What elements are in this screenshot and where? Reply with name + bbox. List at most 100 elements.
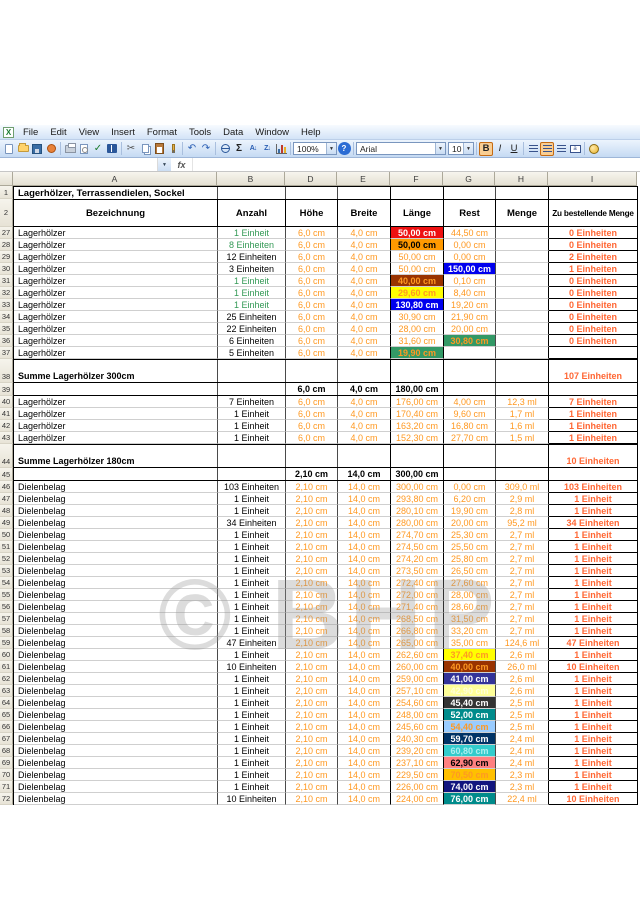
cell-A28[interactable]: Lagerhölzer — [14, 239, 218, 251]
fx-icon[interactable]: fx — [171, 158, 193, 171]
row-header-31[interactable]: 31 — [0, 275, 13, 287]
cell-G44[interactable] — [444, 445, 496, 467]
cell-F46[interactable]: 300,00 cm — [391, 481, 444, 493]
cell-E48[interactable]: 14,0 cm — [338, 505, 391, 517]
currency-icon[interactable] — [587, 142, 601, 156]
cell-B56[interactable]: 1 Einheit — [218, 601, 286, 613]
cell-G48[interactable]: 19,90 cm — [444, 505, 496, 517]
cell-I34[interactable]: 0 Einheiten — [549, 311, 638, 323]
cell-B35[interactable]: 22 Einheiten — [218, 323, 286, 335]
cell-B43[interactable]: 1 Einheit — [218, 432, 286, 444]
cell-B55[interactable]: 1 Einheit — [218, 589, 286, 601]
cell-E45[interactable]: 14,0 cm — [338, 468, 391, 480]
cell-B38[interactable] — [218, 360, 286, 382]
cell-I59[interactable]: 47 Einheiten — [549, 637, 638, 649]
cell-F57[interactable]: 268,50 cm — [391, 613, 444, 625]
cell-A72[interactable]: Dielenbelag — [14, 793, 218, 805]
cell-E30[interactable]: 4,0 cm — [338, 263, 391, 275]
cell-B60[interactable]: 1 Einheit — [218, 649, 286, 661]
cell-G52[interactable]: 25,80 cm — [444, 553, 496, 565]
cell-F48[interactable]: 280,10 cm — [391, 505, 444, 517]
sort-asc-icon[interactable]: A↓ — [246, 142, 260, 156]
menu-edit[interactable]: Edit — [44, 127, 72, 138]
cell-F67[interactable]: 240,30 cm — [391, 733, 444, 745]
cell-E56[interactable]: 14,0 cm — [338, 601, 391, 613]
cell-F70[interactable]: 229,50 cm — [391, 769, 444, 781]
undo-icon[interactable]: ↶ — [185, 142, 199, 156]
cell-H41[interactable]: 1,7 ml — [496, 408, 549, 420]
cell-F62[interactable]: 259,00 cm — [391, 673, 444, 685]
cell-D45[interactable]: 2,10 cm — [286, 468, 338, 480]
row-header-50[interactable]: 50 — [0, 529, 13, 541]
cell-D51[interactable]: 2,10 cm — [286, 541, 338, 553]
cell-D63[interactable]: 2,10 cm — [286, 685, 338, 697]
cell-F50[interactable]: 274,70 cm — [391, 529, 444, 541]
cell-B47[interactable]: 1 Einheit — [218, 493, 286, 505]
cell-G28[interactable]: 0,00 cm — [444, 239, 496, 251]
cell-D53[interactable]: 2,10 cm — [286, 565, 338, 577]
cell-G51[interactable]: 25,50 cm — [444, 541, 496, 553]
cell-G65[interactable]: 52,00 cm — [444, 709, 496, 721]
cell-E55[interactable]: 14,0 cm — [338, 589, 391, 601]
font-name-combo[interactable]: Arial ▼ — [356, 142, 446, 155]
cell-A32[interactable]: Lagerhölzer — [14, 287, 218, 299]
cell-B67[interactable]: 1 Einheit — [218, 733, 286, 745]
cell-D44[interactable] — [286, 445, 338, 467]
cell-D49[interactable]: 2,10 cm — [286, 517, 338, 529]
row-header-70[interactable]: 70 — [0, 769, 13, 781]
paste-icon[interactable] — [152, 142, 166, 156]
cell-I43[interactable]: 1 Einheiten — [549, 432, 638, 444]
cell-I63[interactable]: 1 Einheit — [549, 685, 638, 697]
cell-D56[interactable]: 2,10 cm — [286, 601, 338, 613]
cell-G39[interactable] — [444, 383, 496, 395]
cell-I71[interactable]: 1 Einheit — [549, 781, 638, 793]
cell-B40[interactable]: 7 Einheiten — [218, 396, 286, 408]
cell-H50[interactable]: 2,7 ml — [496, 529, 549, 541]
print-icon[interactable] — [63, 142, 77, 156]
row-header-56[interactable]: 56 — [0, 601, 13, 613]
cell-I36[interactable]: 0 Einheiten — [549, 335, 638, 347]
cell-D36[interactable]: 6,0 cm — [286, 335, 338, 347]
select-all-corner[interactable] — [0, 172, 13, 186]
cell-I27[interactable]: 0 Einheiten — [549, 227, 638, 239]
cell-I33[interactable]: 0 Einheiten — [549, 299, 638, 311]
cell-E52[interactable]: 14,0 cm — [338, 553, 391, 565]
cell-B39[interactable] — [218, 383, 286, 395]
cell-I39[interactable] — [549, 383, 638, 395]
cell-I56[interactable]: 1 Einheit — [549, 601, 638, 613]
menu-view[interactable]: View — [73, 127, 105, 138]
cell-B53[interactable]: 1 Einheit — [218, 565, 286, 577]
cell-D59[interactable]: 2,10 cm — [286, 637, 338, 649]
cell-E71[interactable]: 14,0 cm — [338, 781, 391, 793]
cell-H49[interactable]: 95,2 ml — [496, 517, 549, 529]
cell-D65[interactable]: 2,10 cm — [286, 709, 338, 721]
row-header-49[interactable]: 49 — [0, 517, 13, 529]
cell-E54[interactable]: 14,0 cm — [338, 577, 391, 589]
row-header-29[interactable]: 29 — [0, 251, 13, 263]
cell-E69[interactable]: 14,0 cm — [338, 757, 391, 769]
row-header-59[interactable]: 59 — [0, 637, 13, 649]
cell-D41[interactable]: 6,0 cm — [286, 408, 338, 420]
cell-D68[interactable]: 2,10 cm — [286, 745, 338, 757]
header-cell-A2[interactable]: Bezeichnung — [14, 199, 218, 227]
cell-A52[interactable]: Dielenbelag — [14, 553, 218, 565]
cell-F65[interactable]: 248,00 cm — [391, 709, 444, 721]
cell-A65[interactable]: Dielenbelag — [14, 709, 218, 721]
cell-A46[interactable]: Dielenbelag — [14, 481, 218, 493]
row-header-40[interactable]: 40 — [0, 396, 13, 408]
cell-H69[interactable]: 2,4 ml — [496, 757, 549, 769]
row-header-54[interactable]: 54 — [0, 577, 13, 589]
cell-I30[interactable]: 1 Einheiten — [549, 263, 638, 275]
row-header-52[interactable]: 52 — [0, 553, 13, 565]
cell-I51[interactable]: 1 Einheit — [549, 541, 638, 553]
cell-F32[interactable]: 29,60 cm — [391, 287, 444, 299]
row-header-47[interactable]: 47 — [0, 493, 13, 505]
cell-E67[interactable]: 14,0 cm — [338, 733, 391, 745]
cell-D28[interactable]: 6,0 cm — [286, 239, 338, 251]
row-header-34[interactable]: 34 — [0, 311, 13, 323]
row-header-36[interactable]: 36 — [0, 335, 13, 347]
cell-I29[interactable]: 2 Einheiten — [549, 251, 638, 263]
cell-A60[interactable]: Dielenbelag — [14, 649, 218, 661]
autosum-icon[interactable]: Σ — [232, 142, 246, 156]
cell-B31[interactable]: 1 Einheit — [218, 275, 286, 287]
